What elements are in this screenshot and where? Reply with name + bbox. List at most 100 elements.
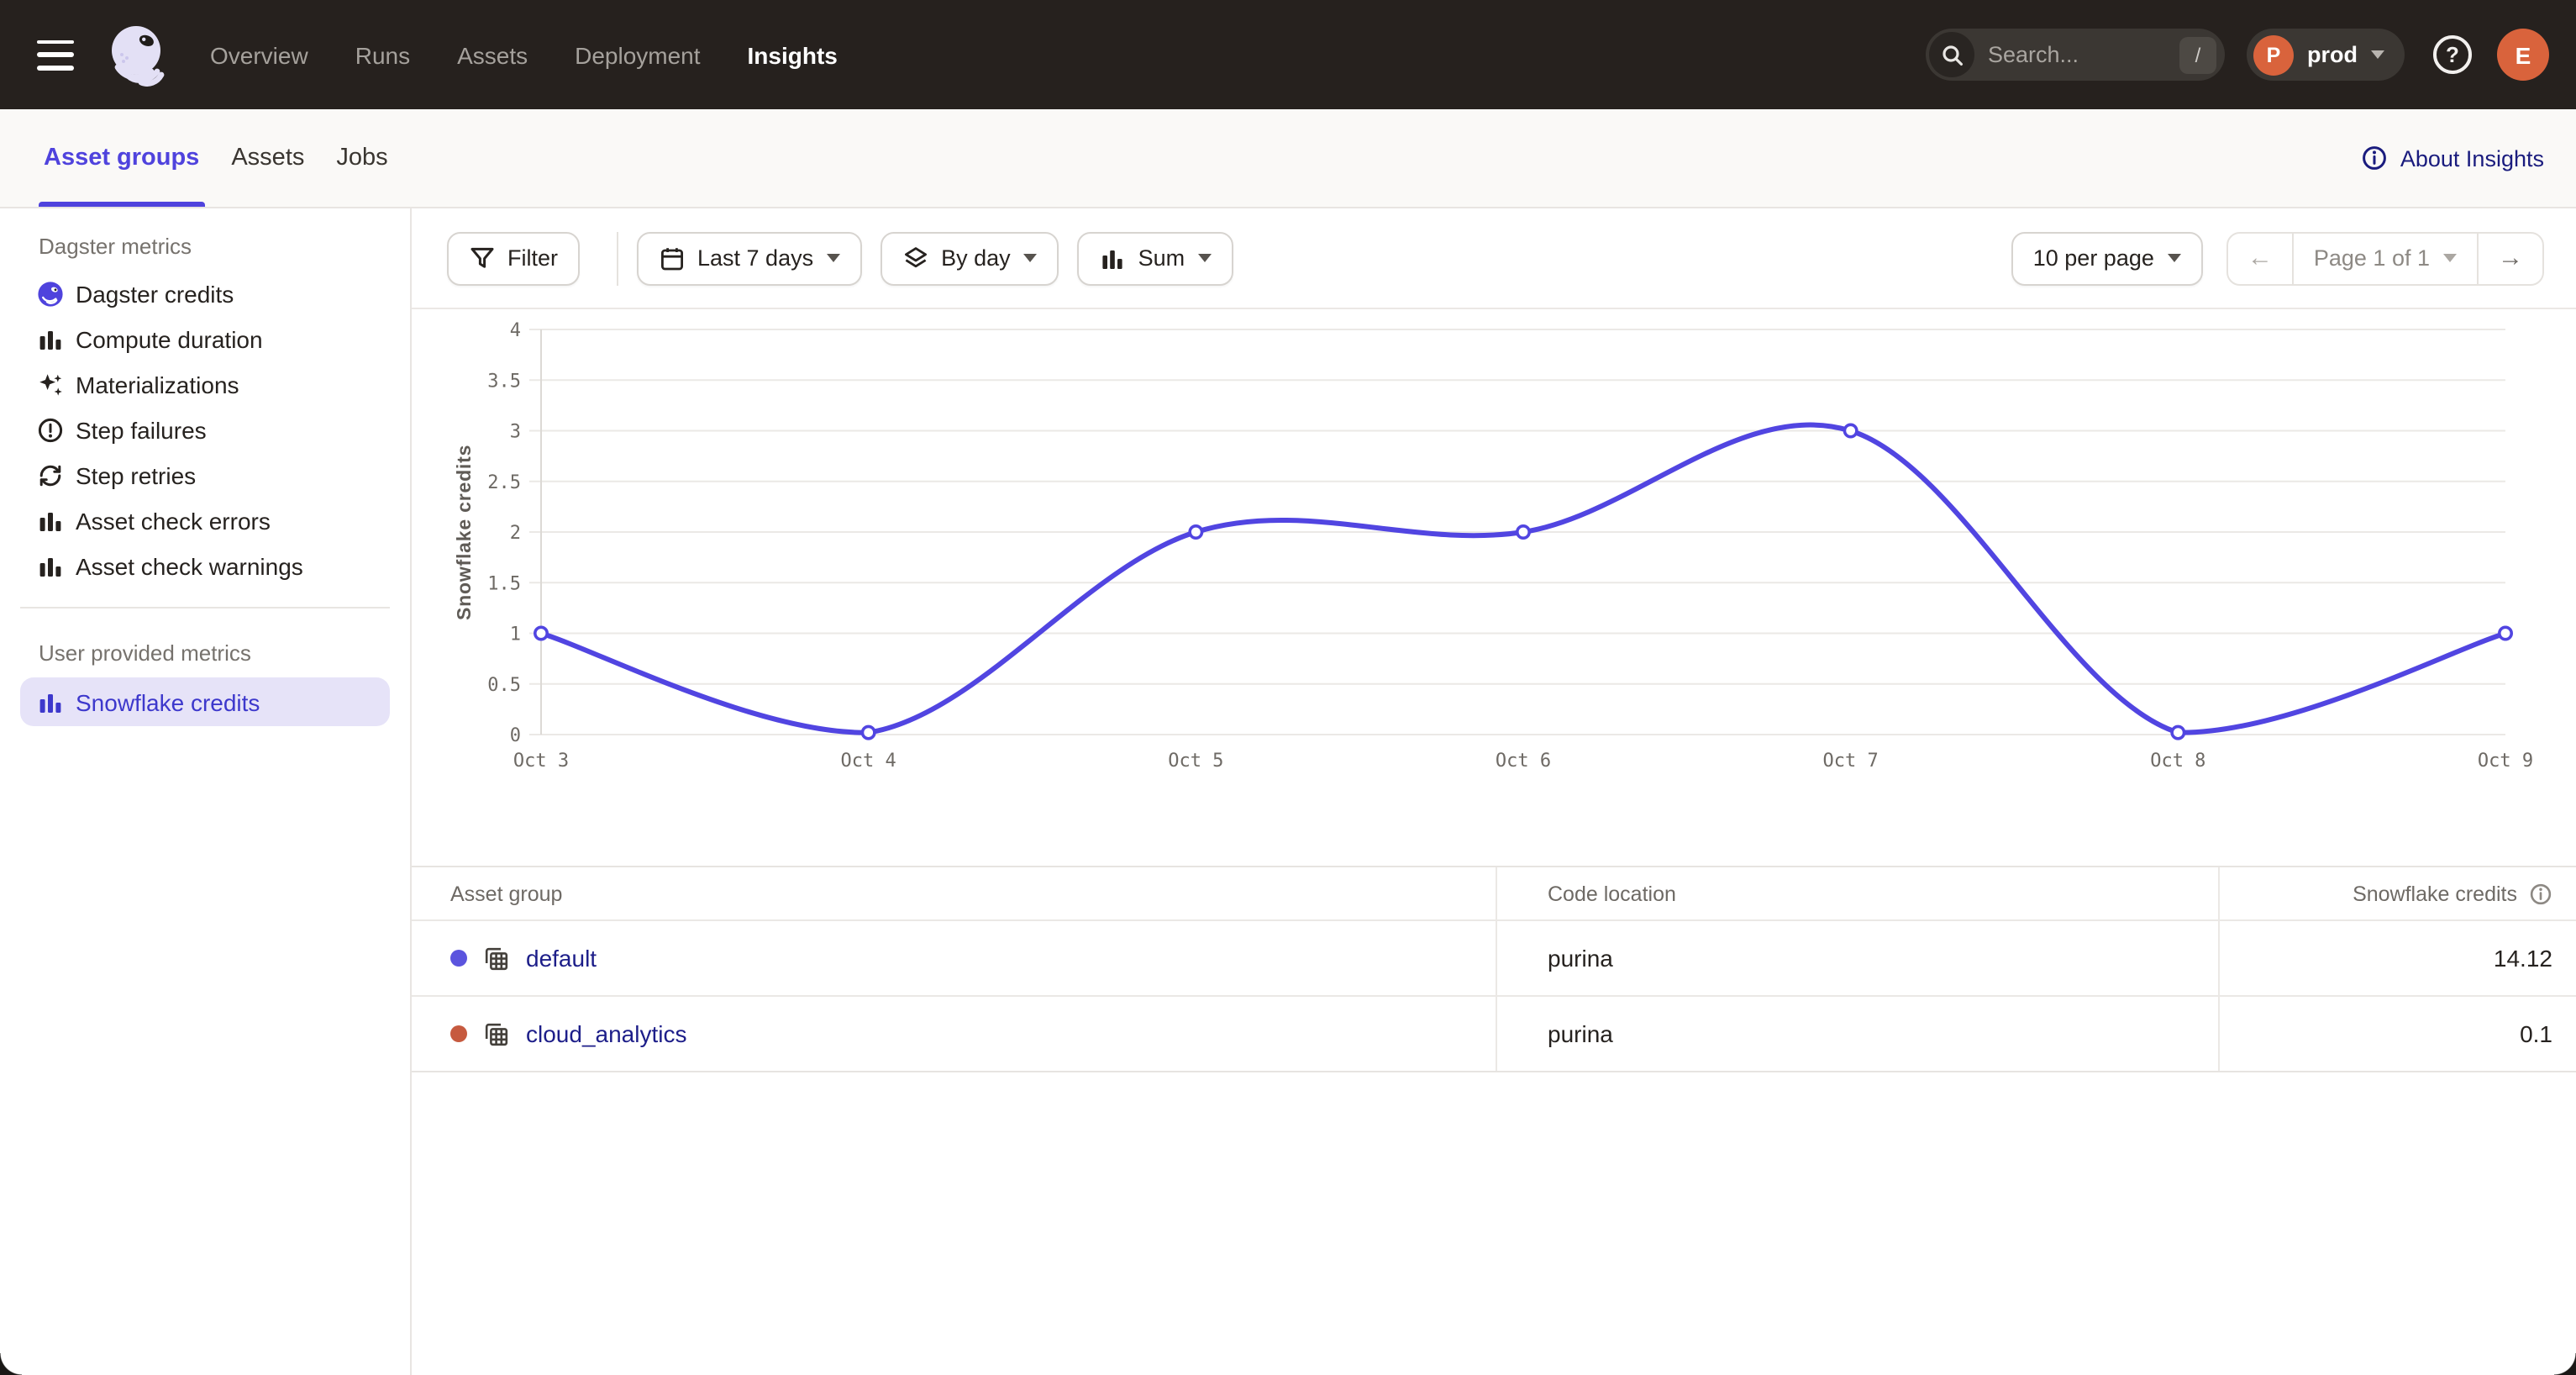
toolbar-divider <box>617 231 618 285</box>
nav-overview[interactable]: Overview <box>210 41 308 68</box>
sidebar-item-materializations[interactable]: Materializations <box>20 361 390 407</box>
nav-insights[interactable]: Insights <box>748 41 838 68</box>
top-nav: Overview Runs Assets Deployment Insights… <box>0 0 2576 109</box>
asset-groups-table: Asset group Code location Snowflake cred… <box>412 866 2576 1072</box>
code-location-cell: purina <box>1496 921 2218 995</box>
svg-text:Oct 7: Oct 7 <box>1823 751 1879 772</box>
insights-page: Overview Runs Assets Deployment Insights… <box>0 0 2576 1375</box>
asset-group-icon <box>482 1019 511 1048</box>
arrow-left-icon: ← <box>2247 244 2273 272</box>
tab-asset-groups[interactable]: Asset groups <box>44 109 199 207</box>
deployment-name: prod <box>2307 42 2358 67</box>
column-header-asset-group: Asset group <box>412 867 1496 919</box>
series-color-dot <box>450 950 467 967</box>
svg-text:Oct 8: Oct 8 <box>2150 751 2205 772</box>
aggregation-button[interactable]: Sum <box>1078 231 1234 285</box>
prev-page-button[interactable]: ← <box>2228 233 2292 283</box>
primary-nav: Overview Runs Assets Deployment Insights <box>210 41 838 68</box>
sidebar-item-asset-check-errors[interactable]: Asset check errors <box>20 498 390 543</box>
window-corner <box>0 1353 22 1375</box>
svg-text:Oct 6: Oct 6 <box>1496 751 1551 772</box>
svg-text:3.5: 3.5 <box>487 371 521 392</box>
question-mark-icon: ? <box>2446 42 2459 67</box>
svg-text:4: 4 <box>510 320 521 341</box>
alert-circle-icon <box>37 416 64 443</box>
info-icon <box>2362 145 2389 171</box>
sidebar-item-compute-duration[interactable]: Compute duration <box>20 316 390 361</box>
help-button[interactable]: ? <box>2433 35 2472 74</box>
code-location-cell: purina <box>1496 997 2218 1071</box>
search-input[interactable]: Search... / <box>1926 29 2225 81</box>
funnel-icon <box>469 245 496 271</box>
chevron-down-icon <box>2168 254 2181 262</box>
nav-assets[interactable]: Assets <box>457 41 528 68</box>
metrics-sidebar: Dagster metrics Dagster credits Compute … <box>0 208 412 1375</box>
chart-toolbar: Filter Last 7 days By day <box>412 208 2576 309</box>
column-header-snowflake-credits: Snowflake credits <box>2218 867 2576 919</box>
page-select[interactable]: Page 1 of 1 <box>2292 233 2479 283</box>
nav-deployment[interactable]: Deployment <box>575 41 700 68</box>
svg-text:3: 3 <box>510 422 521 443</box>
deployment-switcher[interactable]: P prod <box>2247 29 2405 81</box>
chevron-down-icon <box>2371 50 2384 59</box>
asset-group-link[interactable]: cloud_analytics <box>526 1020 686 1047</box>
sidebar-item-step-retries[interactable]: Step retries <box>20 452 390 498</box>
chevron-down-icon <box>1024 254 1038 262</box>
bar-chart-icon <box>37 552 64 579</box>
sidebar-section-heading: Dagster metrics <box>0 208 410 271</box>
svg-text:Oct 5: Oct 5 <box>1168 751 1223 772</box>
deployment-badge: P <box>2253 34 2294 75</box>
credits-value: 0.1 <box>2520 1020 2552 1047</box>
pagination: ← Page 1 of 1 → <box>2226 231 2544 285</box>
tab-jobs[interactable]: Jobs <box>336 109 387 207</box>
credits-value: 14.12 <box>2494 945 2552 972</box>
search-placeholder: Search... <box>1988 42 2179 67</box>
date-range-button[interactable]: Last 7 days <box>637 231 862 285</box>
column-header-code-location: Code location <box>1496 867 2218 919</box>
svg-text:Oct 9: Oct 9 <box>2478 751 2533 772</box>
series-color-dot <box>450 1025 467 1042</box>
next-page-button[interactable]: → <box>2479 233 2542 283</box>
sidebar-section-heading: User provided metrics <box>0 615 410 677</box>
svg-text:0.5: 0.5 <box>487 675 521 696</box>
dagster-octopus-icon <box>37 280 64 307</box>
line-chart[interactable]: 00.511.522.533.54Oct 3Oct 4Oct 5Oct 6Oct… <box>412 309 2576 814</box>
table-row: default purina 14.12 <box>412 919 2576 995</box>
chevron-down-icon <box>827 254 840 262</box>
nav-runs[interactable]: Runs <box>355 41 410 68</box>
bar-chart-icon <box>1100 245 1127 271</box>
svg-text:0: 0 <box>510 725 521 746</box>
per-page-button[interactable]: 10 per page <box>2011 231 2203 285</box>
filter-button[interactable]: Filter <box>447 231 580 285</box>
sidebar-item-snowflake-credits[interactable]: Snowflake credits <box>20 677 390 726</box>
svg-text:1.5: 1.5 <box>487 573 521 594</box>
table-header-row: Asset group Code location Snowflake cred… <box>412 867 2576 919</box>
asset-group-link[interactable]: default <box>526 945 597 972</box>
user-avatar[interactable]: E <box>2497 29 2549 81</box>
tab-assets[interactable]: Assets <box>231 109 304 207</box>
main-content: Filter Last 7 days By day <box>412 208 2576 1375</box>
layers-icon <box>902 245 929 271</box>
chevron-down-icon <box>2443 254 2457 262</box>
bar-chart-icon <box>37 325 64 352</box>
sparkles-icon <box>37 371 64 398</box>
sidebar-item-step-failures[interactable]: Step failures <box>20 407 390 452</box>
search-icon <box>1929 32 1974 77</box>
y-axis-title: Snowflake credits <box>455 329 476 735</box>
svg-text:1: 1 <box>510 624 521 645</box>
insights-tab-bar: Asset groups Assets Jobs About Insights <box>0 109 2576 208</box>
refresh-icon <box>37 461 64 488</box>
sidebar-item-asset-check-warnings[interactable]: Asset check warnings <box>20 543 390 588</box>
sidebar-divider <box>20 607 390 608</box>
asset-group-icon <box>482 944 511 972</box>
info-icon[interactable] <box>2529 882 2552 905</box>
dagster-logo-icon[interactable] <box>103 19 173 90</box>
svg-text:2.5: 2.5 <box>487 472 521 493</box>
about-insights-link[interactable]: About Insights <box>2362 145 2544 171</box>
svg-text:Oct 4: Oct 4 <box>841 751 896 772</box>
svg-text:Oct 3: Oct 3 <box>513 751 569 772</box>
menu-button[interactable] <box>37 40 74 70</box>
sidebar-item-dagster-credits[interactable]: Dagster credits <box>20 271 390 316</box>
snowflake-credits-chart: 00.511.522.533.54Oct 3Oct 4Oct 5Oct 6Oct… <box>412 309 2576 814</box>
group-by-button[interactable]: By day <box>881 231 1059 285</box>
